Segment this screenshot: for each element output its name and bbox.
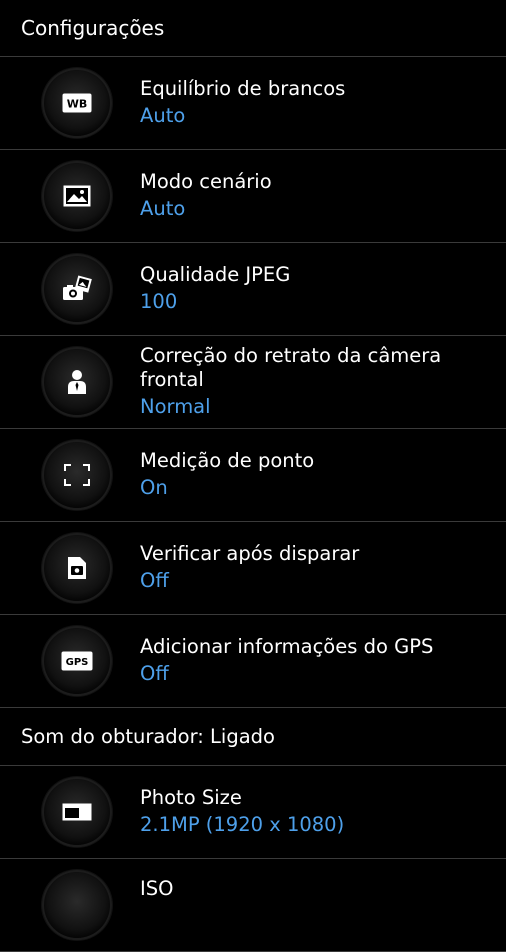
white-balance-icon: WB <box>42 68 112 138</box>
setting-value: 2.1MP (1920 x 1080) <box>140 812 345 836</box>
iso-icon <box>42 870 112 940</box>
setting-white-balance[interactable]: WB Equilíbrio de brancos Auto <box>0 57 506 150</box>
setting-gps[interactable]: GPS Adicionar informações do GPS Off <box>0 615 506 708</box>
setting-value: Normal <box>140 394 211 418</box>
setting-title: Qualidade JPEG <box>140 262 291 286</box>
jpeg-quality-icon <box>42 254 112 324</box>
setting-title: Adicionar informações do GPS <box>140 634 434 658</box>
section-title: Som do obturador: Ligado <box>21 725 275 748</box>
portrait-icon <box>42 347 112 417</box>
setting-value: Auto <box>140 196 186 220</box>
setting-value: Off <box>140 568 169 592</box>
setting-title: Verificar após disparar <box>140 541 360 565</box>
setting-portrait-correction[interactable]: Correção do retrato da câmera frontal No… <box>0 336 506 429</box>
setting-title: Photo Size <box>140 785 242 809</box>
setting-title: ISO <box>140 877 174 900</box>
photo-size-icon <box>42 777 112 847</box>
setting-value: 100 <box>140 289 178 313</box>
svg-text:WB: WB <box>67 98 88 111</box>
setting-shutter-sound[interactable]: Som do obturador: Ligado <box>0 708 506 766</box>
setting-spot-metering[interactable]: Medição de ponto On <box>0 429 506 522</box>
setting-photo-size[interactable]: Photo Size 2.1MP (1920 x 1080) <box>0 766 506 859</box>
setting-value: Off <box>140 661 169 685</box>
spot-metering-icon <box>42 440 112 510</box>
setting-scene-mode[interactable]: Modo cenário Auto <box>0 150 506 243</box>
setting-iso[interactable]: ISO <box>0 859 506 952</box>
setting-jpeg-quality[interactable]: Qualidade JPEG 100 <box>0 243 506 336</box>
review-icon <box>42 533 112 603</box>
setting-title: Modo cenário <box>140 169 272 193</box>
setting-title: Equilíbrio de brancos <box>140 76 346 100</box>
settings-header: Configurações <box>0 0 506 57</box>
page-title: Configurações <box>21 16 165 40</box>
setting-title: Medição de ponto <box>140 448 315 472</box>
scene-mode-icon <box>42 161 112 231</box>
setting-review-after-shot[interactable]: Verificar após disparar Off <box>0 522 506 615</box>
svg-text:GPS: GPS <box>66 657 89 668</box>
setting-value: On <box>140 475 168 499</box>
setting-value: Auto <box>140 103 186 127</box>
gps-icon: GPS <box>42 626 112 696</box>
setting-title: Correção do retrato da câmera frontal <box>140 343 442 391</box>
